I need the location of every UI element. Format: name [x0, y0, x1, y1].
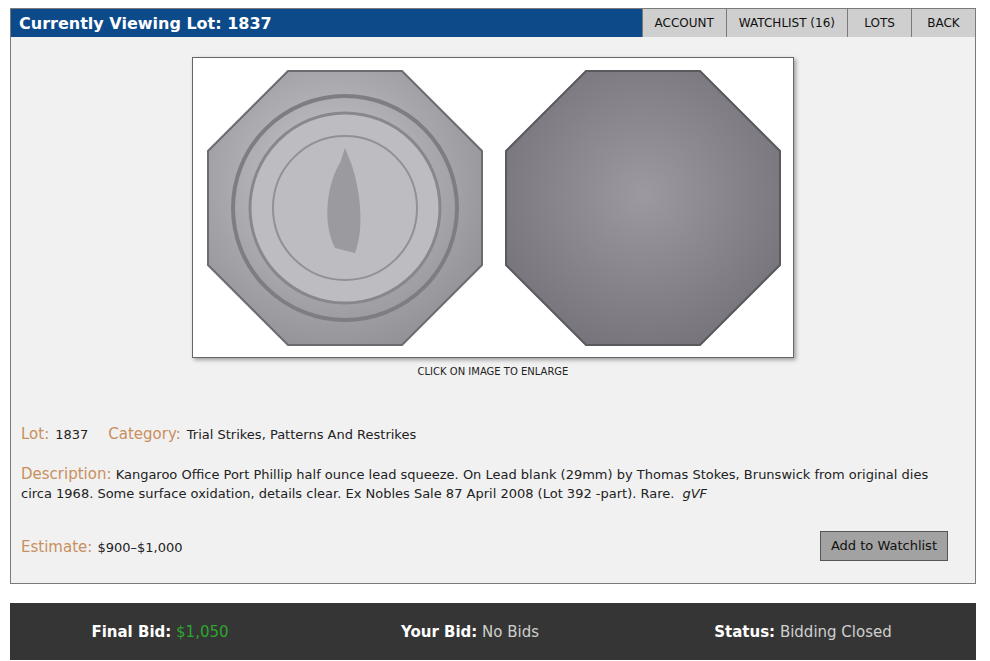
nav-buttons: ACCOUNTWATCHLIST (16)LOTSBACK	[642, 9, 975, 37]
nav-button[interactable]: LOTS	[847, 9, 911, 37]
header-bar: Currently Viewing Lot: 1837ACCOUNTWATCHL…	[11, 9, 975, 37]
estimate-label: Estimate:	[21, 538, 92, 556]
description-label: Description:	[21, 465, 111, 483]
estimate-value: $900–$1,000	[97, 540, 182, 555]
lot-label: Lot:	[21, 425, 49, 443]
nav-button[interactable]: ACCOUNT	[642, 9, 726, 37]
lot-panel: Currently Viewing Lot: 1837ACCOUNTWATCHL…	[10, 8, 976, 584]
lot-number: 1837	[55, 427, 88, 442]
bid-value: No Bids	[482, 623, 539, 641]
image-area: CLICK ON IMAGE TO ENLARGE	[21, 57, 965, 377]
bid-bar: Final Bid: $1,050Your Bid: No BidsStatus…	[10, 603, 976, 660]
bid-label: Your Bid:	[401, 623, 477, 641]
add-to-watchlist-button[interactable]: Add to Watchlist	[820, 531, 948, 561]
category-value: Trial Strikes, Patterns And Restrikes	[187, 427, 416, 442]
bid-value: Bidding Closed	[780, 623, 892, 641]
estimate: Estimate: $900–$1,000	[21, 537, 182, 556]
bid-item: Status: Bidding Closed	[630, 623, 976, 641]
nav-button[interactable]: BACK	[911, 9, 975, 37]
description: Description: Kangaroo Office Port Philli…	[21, 465, 965, 503]
coin-photo[interactable]	[192, 57, 794, 358]
grade: gVF	[682, 486, 707, 501]
nav-button[interactable]: WATCHLIST (16)	[726, 9, 847, 37]
category-label: Category:	[108, 425, 180, 443]
bid-value: $1,050	[176, 623, 229, 641]
bid-item: Your Bid: No Bids	[310, 623, 630, 641]
bid-label: Status:	[714, 623, 775, 641]
estimate-row: Estimate: $900–$1,000 Add to Watchlist	[21, 531, 965, 561]
page-title: Currently Viewing Lot: 1837	[11, 9, 642, 37]
lot-content: CLICK ON IMAGE TO ENLARGE Lot: 1837 Categor…	[11, 37, 975, 583]
lot-line: Lot: 1837 Category: Trial Strikes, Patterns…	[21, 425, 965, 443]
description-text: Kangaroo Office Port Phillip half ounce …	[21, 467, 928, 501]
image-caption[interactable]: CLICK ON IMAGE TO ENLARGE	[418, 366, 569, 377]
bid-item: Final Bid: $1,050	[10, 623, 310, 641]
bid-label: Final Bid:	[91, 623, 171, 641]
